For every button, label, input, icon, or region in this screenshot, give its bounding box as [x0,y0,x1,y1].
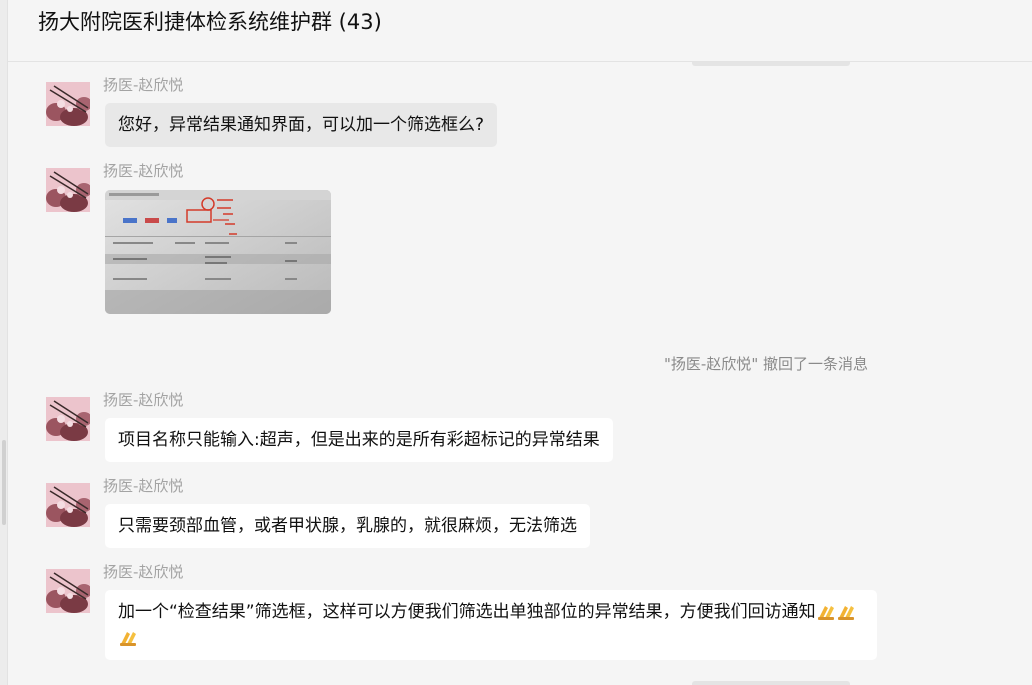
sender-name: 扬医-赵欣悦 [103,162,184,180]
avatar[interactable] [46,82,90,126]
chat-window: 扬大附院医利捷体检系统维护群 (43) 扬医-赵欣悦 您好，异常结果通知界面，可… [0,0,1032,685]
scrollbar-thumb[interactable] [2,440,6,525]
sender-name: 扬医-赵欣悦 [103,391,184,409]
chat-title[interactable]: 扬大附院医利捷体检系统维护群 (43) [38,9,382,35]
sender-name: 扬医-赵欣悦 [103,477,184,495]
message-text: 加一个“检查结果”筛选框，这样可以方便我们筛选出单独部位的异常结果，方便我们回访… [118,602,816,622]
message-bubble[interactable]: 项目名称只能输入:超声，但是出来的是所有彩超标记的异常结果 [105,418,613,462]
chat-header: 扬大附院医利捷体检系统维护群 (43) [8,0,1032,62]
message-bubble[interactable]: 只需要颈部血管，或者甲状腺，乳腺的，就很麻烦，无法筛选 [105,504,590,548]
left-panel-edge [0,0,8,685]
avatar[interactable] [46,168,90,212]
avatar[interactable] [46,397,90,441]
recall-notice: "扬医-赵欣悦" 撤回了一条消息 [664,355,868,373]
sender-name: 扬医-赵欣悦 [103,76,184,94]
sender-name: 扬医-赵欣悦 [103,563,184,581]
message-bubble[interactable]: 加一个“检查结果”筛选框，这样可以方便我们筛选出单独部位的异常结果，方便我们回访… [105,590,877,660]
message-bubble[interactable]: 您好，异常结果通知界面，可以加一个筛选框么? [105,103,498,147]
avatar[interactable] [46,569,90,613]
image-message[interactable] [105,190,331,314]
avatar[interactable] [46,483,90,527]
top-scroll-shadow [692,62,850,66]
bottom-scroll-shadow [692,681,850,685]
